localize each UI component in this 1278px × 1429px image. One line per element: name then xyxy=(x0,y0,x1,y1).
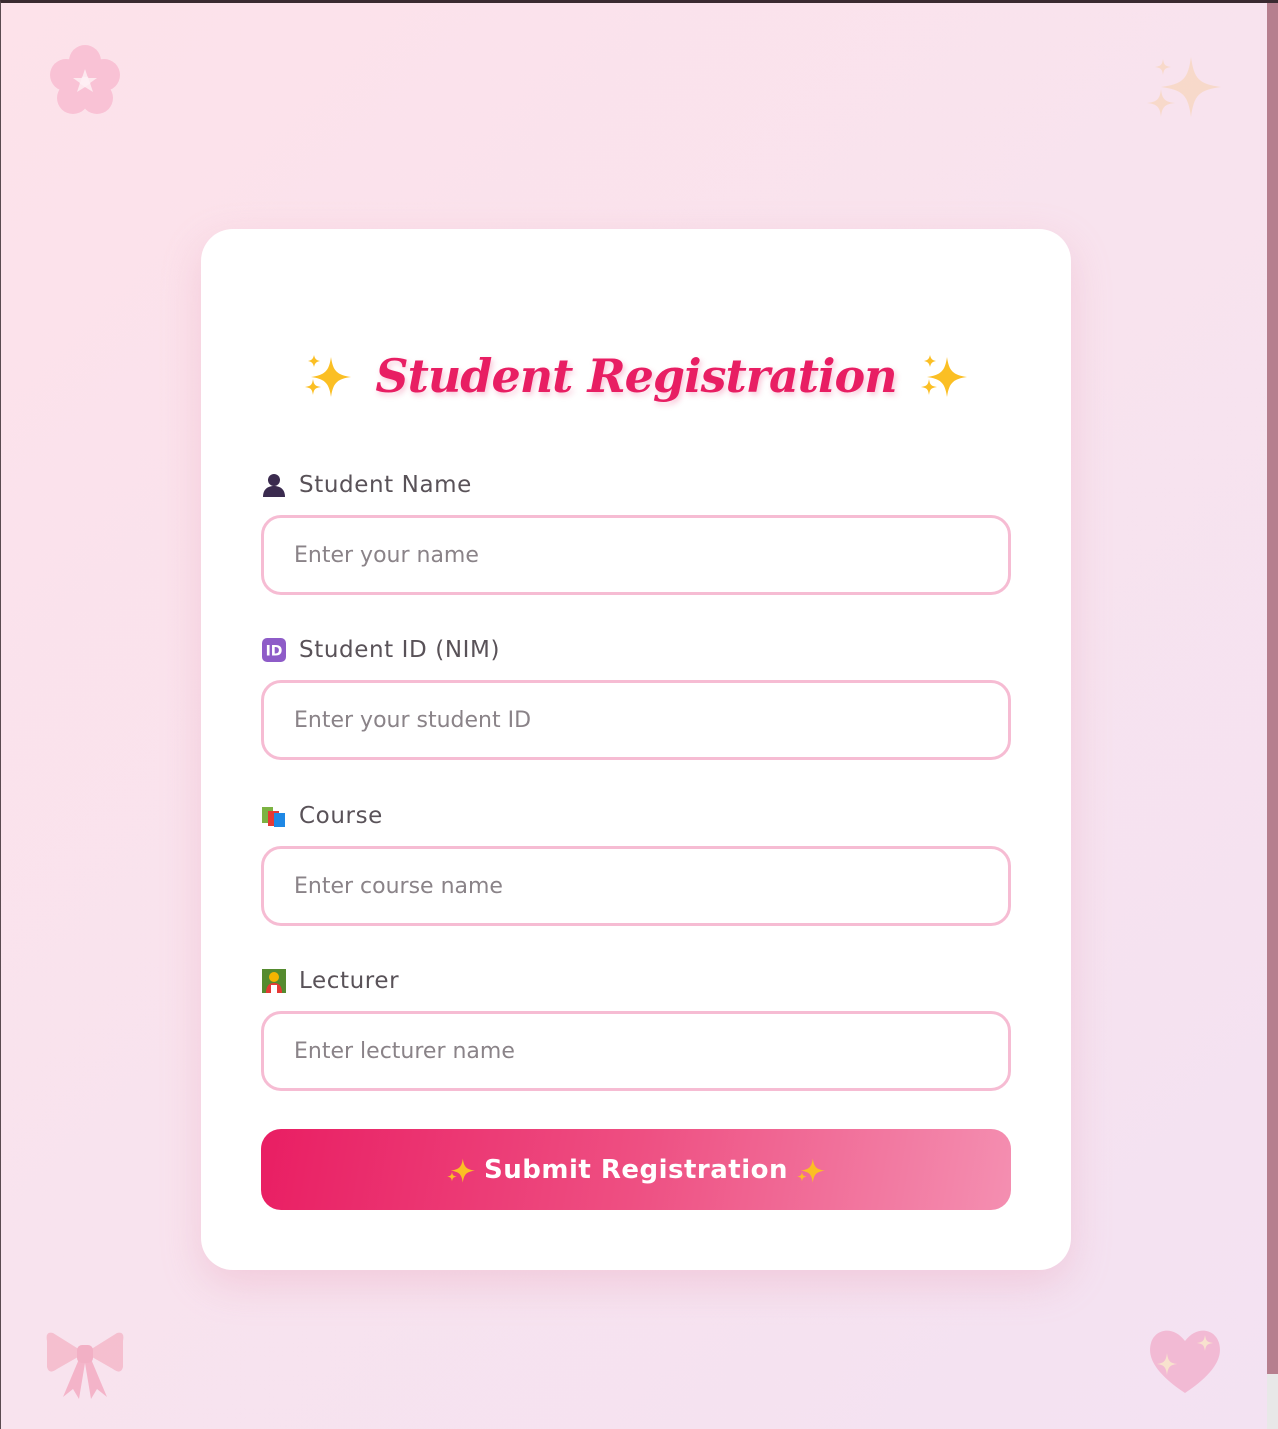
sparkles-icon xyxy=(303,351,353,401)
registration-card: Student Registration Student Name Enter … xyxy=(201,229,1071,1270)
svg-text:ID: ID xyxy=(266,644,283,660)
label-row: Lecturer xyxy=(261,967,1011,995)
id-badge-icon: ID xyxy=(261,637,287,663)
submit-button[interactable]: Submit Registration xyxy=(261,1129,1011,1210)
books-icon xyxy=(261,803,287,829)
field-student-id: ID Student ID (NIM) xyxy=(261,636,1011,760)
field-student-name: Student Name xyxy=(261,471,1011,595)
label-row: Course xyxy=(261,802,1011,830)
student-name-input[interactable] xyxy=(261,515,1011,595)
field-label: Student Name xyxy=(299,472,472,498)
field-label: Course xyxy=(299,803,383,829)
sparkles-icon xyxy=(446,1155,476,1185)
course-input[interactable] xyxy=(261,846,1011,926)
page-title: Student Registration xyxy=(375,349,897,403)
label-row: Student Name xyxy=(261,471,1011,499)
field-label: Lecturer xyxy=(299,968,400,994)
submit-label: Submit Registration xyxy=(484,1154,788,1185)
student-id-input[interactable] xyxy=(261,680,1011,760)
window-edge xyxy=(1267,3,1278,1429)
sparkles-icon xyxy=(796,1155,826,1185)
teacher-icon xyxy=(261,968,287,994)
sparkling-heart-icon xyxy=(1145,1321,1225,1401)
bust-silhouette-icon xyxy=(261,472,287,498)
scrollbar-corner xyxy=(1267,1374,1278,1429)
sparkles-icon xyxy=(919,351,969,401)
label-row: ID Student ID (NIM) xyxy=(261,636,1011,664)
field-course: Course xyxy=(261,802,1011,926)
ribbon-bow-icon xyxy=(45,1323,125,1403)
field-lecturer: Lecturer xyxy=(261,967,1011,1091)
field-label: Student ID (NIM) xyxy=(299,637,501,663)
title-row: Student Registration xyxy=(201,341,1071,411)
sparkles-icon xyxy=(1145,53,1225,133)
lecturer-input[interactable] xyxy=(261,1011,1011,1091)
cherry-blossom-icon xyxy=(45,41,125,121)
